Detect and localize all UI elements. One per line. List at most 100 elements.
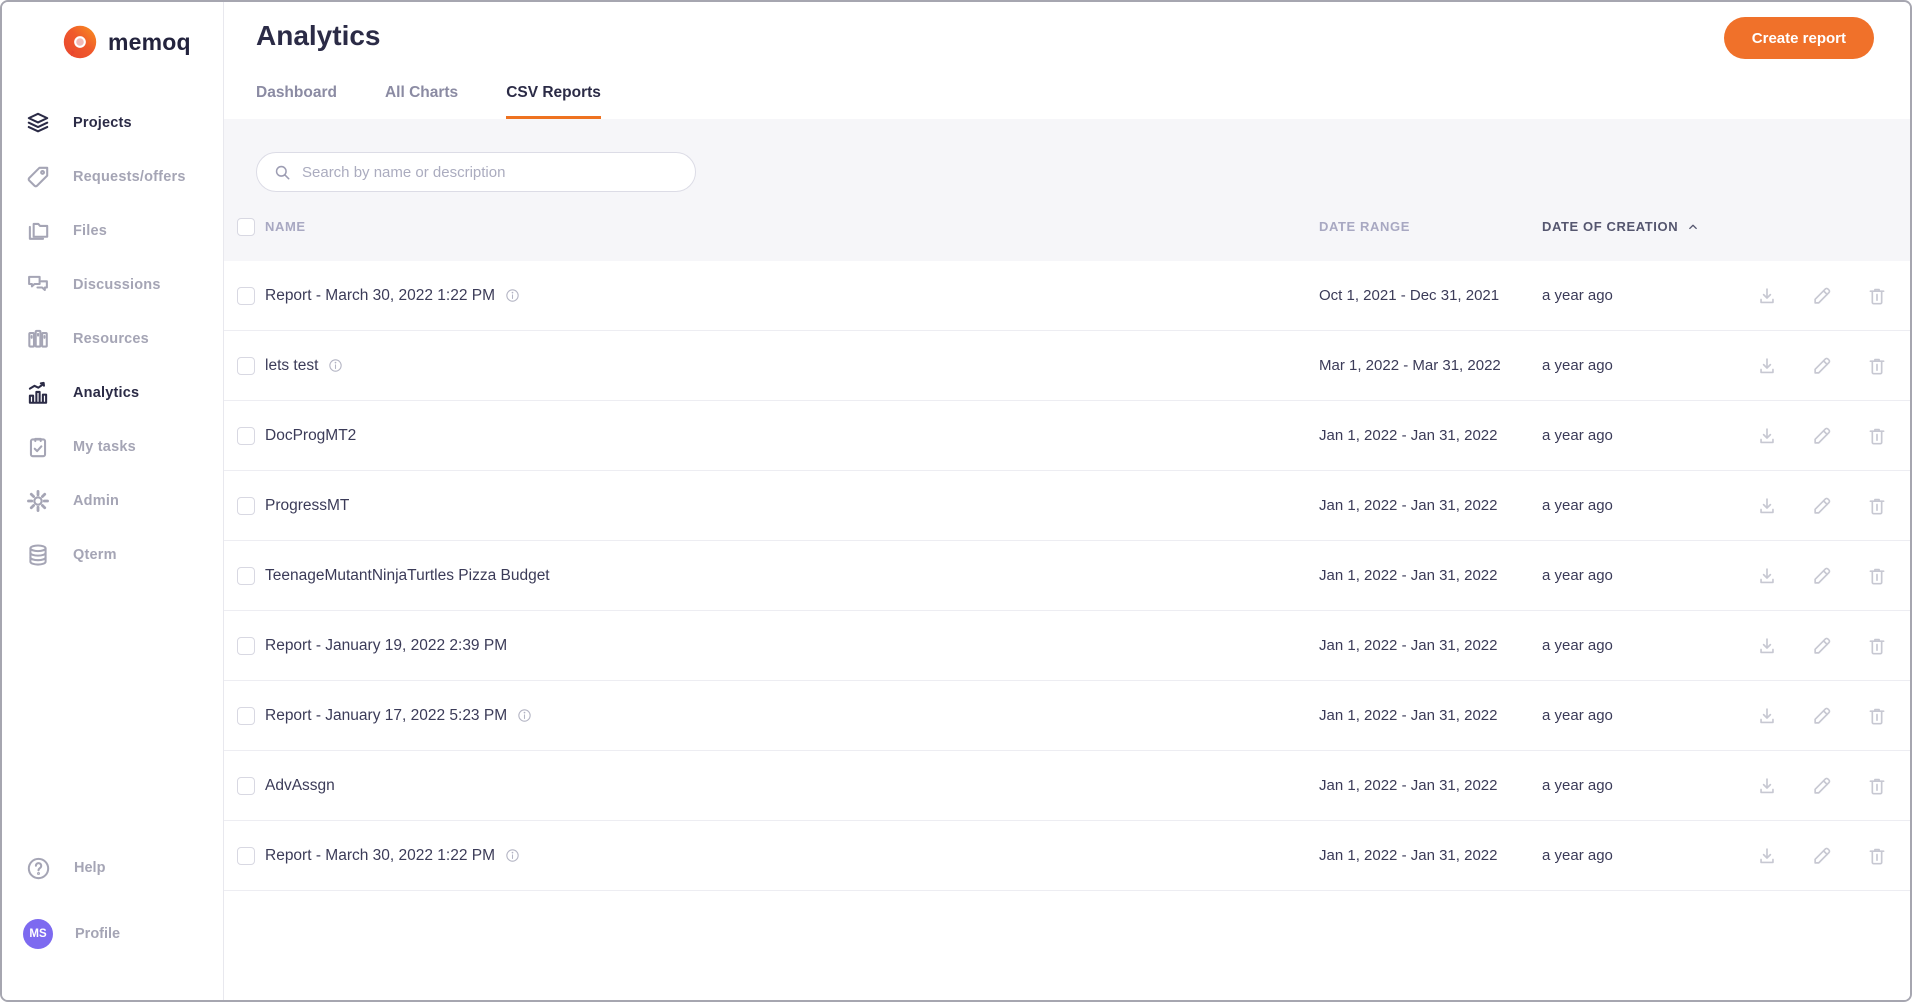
row-checkbox[interactable]	[237, 356, 255, 375]
edit-icon[interactable]	[1811, 355, 1833, 377]
delete-icon[interactable]	[1866, 355, 1888, 377]
date-of-creation: a year ago	[1542, 357, 1613, 374]
sidebar-item-admin[interactable]: Admin	[2, 474, 223, 528]
sidebar-item-label: Discussions	[73, 277, 161, 293]
download-icon[interactable]	[1756, 355, 1778, 377]
chat-icon	[25, 272, 51, 298]
row-checkbox[interactable]	[237, 776, 255, 795]
delete-icon[interactable]	[1866, 495, 1888, 517]
download-icon[interactable]	[1756, 635, 1778, 657]
row-checkbox[interactable]	[237, 846, 255, 865]
brand-name: memoq	[108, 28, 191, 55]
row-checkbox[interactable]	[237, 566, 255, 585]
search-input[interactable]	[302, 163, 679, 181]
column-header-date-range: DATE RANGE	[1319, 219, 1410, 234]
download-icon[interactable]	[1756, 845, 1778, 867]
table-row[interactable]: Report - January 17, 2022 5:23 PM Jan 1,…	[224, 681, 1910, 751]
create-report-button[interactable]: Create report	[1723, 17, 1874, 59]
row-checkbox[interactable]	[237, 706, 255, 725]
select-all-checkbox[interactable]	[237, 217, 255, 236]
delete-icon[interactable]	[1866, 285, 1888, 307]
sidebar-item-resources[interactable]: Resources	[2, 312, 223, 366]
edit-icon[interactable]	[1811, 775, 1833, 797]
download-icon[interactable]	[1756, 495, 1778, 517]
table-row[interactable]: Report - January 19, 2022 2:39 PM Jan 1,…	[224, 611, 1910, 681]
sidebar-item-requests-offers[interactable]: Requests/offers	[2, 150, 223, 204]
download-icon[interactable]	[1756, 705, 1778, 727]
edit-icon[interactable]	[1811, 705, 1833, 727]
download-icon[interactable]	[1756, 285, 1778, 307]
main-area: Analytics Create report Dashboard All Ch…	[224, 2, 1910, 1000]
info-icon[interactable]	[327, 357, 344, 374]
search-icon	[275, 165, 290, 179]
profile-button[interactable]: MS Profile	[2, 908, 223, 960]
sidebar-item-label: Files	[73, 223, 108, 239]
sidebar-item-label: Qterm	[73, 547, 117, 563]
layers-icon	[25, 110, 51, 136]
info-icon[interactable]	[504, 847, 521, 864]
sidebar-nav: Projects Requests/offers Files Discussio…	[2, 96, 223, 582]
sidebar-item-files[interactable]: Files	[2, 204, 223, 258]
avatar: MS	[23, 919, 53, 949]
row-checkbox[interactable]	[237, 636, 255, 655]
help-button[interactable]: Help	[2, 842, 223, 894]
csv-reports-panel: NAME DATE RANGE DATE OF CREATION Report …	[224, 119, 1910, 1000]
column-header-date-of-creation[interactable]: DATE OF CREATION	[1542, 219, 1756, 234]
sidebar-item-analytics[interactable]: Analytics	[2, 366, 223, 420]
report-name: Report - March 30, 2022 1:22 PM	[265, 846, 496, 864]
table-row[interactable]: Report - March 30, 2022 1:22 PM Jan 1, 2…	[224, 821, 1910, 891]
search-box	[256, 152, 696, 192]
download-icon[interactable]	[1756, 425, 1778, 447]
edit-icon[interactable]	[1811, 495, 1833, 517]
tab-dashboard[interactable]: Dashboard	[256, 84, 337, 119]
column-header-name: NAME	[265, 219, 306, 234]
sidebar-item-label: Requests/offers	[73, 169, 186, 185]
memoq-logo[interactable]: memoq	[2, 20, 223, 64]
date-of-creation: a year ago	[1542, 497, 1613, 514]
app-window: memoq Projects Requests/offers Files Dis…	[0, 0, 1912, 1002]
edit-icon[interactable]	[1811, 425, 1833, 447]
table-row[interactable]: TeenageMutantNinjaTurtles Pizza Budget J…	[224, 541, 1910, 611]
delete-icon[interactable]	[1866, 565, 1888, 587]
download-icon[interactable]	[1756, 565, 1778, 587]
table-row[interactable]: AdvAssgn Jan 1, 2022 - Jan 31, 2022 a ye…	[224, 751, 1910, 821]
tab-all-charts[interactable]: All Charts	[385, 84, 458, 119]
sidebar-item-label: Resources	[73, 331, 149, 347]
table-row[interactable]: lets test Mar 1, 2022 - Mar 31, 2022 a y…	[224, 331, 1910, 401]
date-of-creation: a year ago	[1542, 637, 1613, 654]
sidebar-item-projects[interactable]: Projects	[2, 96, 223, 150]
report-name: AdvAssgn	[265, 776, 335, 794]
date-of-creation: a year ago	[1542, 777, 1613, 794]
edit-icon[interactable]	[1811, 845, 1833, 867]
help-icon	[27, 857, 50, 879]
delete-icon[interactable]	[1866, 705, 1888, 727]
edit-icon[interactable]	[1811, 635, 1833, 657]
memoq-logo-icon	[63, 25, 97, 59]
tab-csv-reports[interactable]: CSV Reports	[506, 84, 601, 119]
edit-icon[interactable]	[1811, 565, 1833, 587]
delete-icon[interactable]	[1866, 635, 1888, 657]
report-name: Report - January 17, 2022 5:23 PM	[265, 706, 508, 724]
table-row[interactable]: Report - March 30, 2022 1:22 PM Oct 1, 2…	[224, 261, 1910, 331]
sidebar-item-discussions[interactable]: Discussions	[2, 258, 223, 312]
info-icon[interactable]	[516, 707, 533, 724]
table-row[interactable]: ProgressMT Jan 1, 2022 - Jan 31, 2022 a …	[224, 471, 1910, 541]
row-checkbox[interactable]	[237, 496, 255, 515]
table-row[interactable]: DocProgMT2 Jan 1, 2022 - Jan 31, 2022 a …	[224, 401, 1910, 471]
report-name: Report - March 30, 2022 1:22 PM	[265, 286, 496, 304]
table-body: Report - March 30, 2022 1:22 PM Oct 1, 2…	[224, 261, 1910, 1000]
column-header-label: DATE OF CREATION	[1542, 219, 1679, 234]
sidebar-item-my-tasks[interactable]: My tasks	[2, 420, 223, 474]
edit-icon[interactable]	[1811, 285, 1833, 307]
download-icon[interactable]	[1756, 775, 1778, 797]
report-name: DocProgMT2	[265, 426, 357, 444]
sidebar-item-label: Analytics	[73, 385, 140, 401]
sidebar-item-qterm[interactable]: Qterm	[2, 528, 223, 582]
row-checkbox[interactable]	[237, 286, 255, 305]
info-icon[interactable]	[504, 287, 521, 304]
delete-icon[interactable]	[1866, 425, 1888, 447]
row-checkbox[interactable]	[237, 426, 255, 445]
delete-icon[interactable]	[1866, 845, 1888, 867]
sidebar-item-label: My tasks	[73, 439, 136, 455]
delete-icon[interactable]	[1866, 775, 1888, 797]
